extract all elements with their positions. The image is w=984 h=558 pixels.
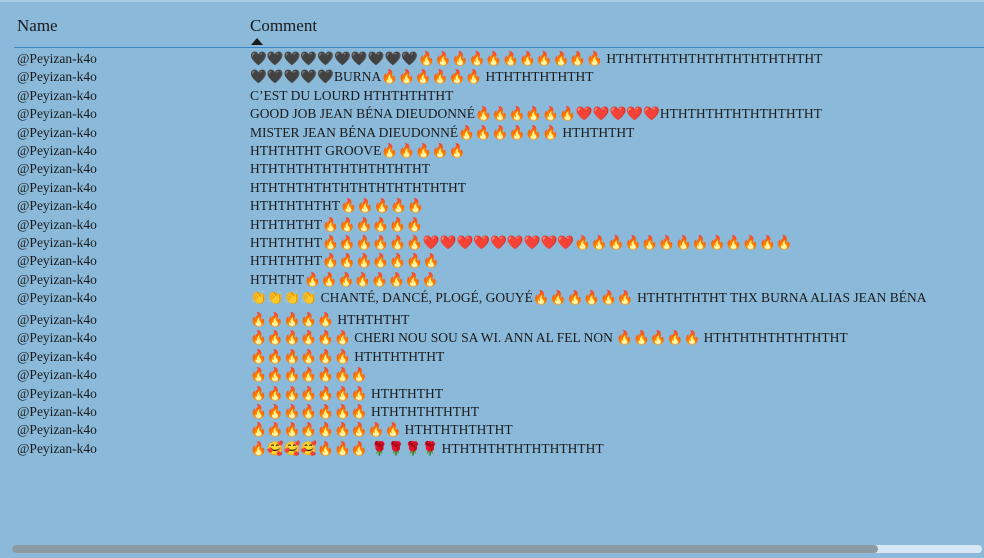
table-row[interactable]: @Peyizan-k4o MISTER JEAN BÉNA DIEUDONNÉ🔥🔥… <box>0 124 984 142</box>
column-header-name[interactable]: Name <box>17 16 58 36</box>
row-name-cell: @Peyizan-k4o <box>17 312 97 328</box>
row-name-cell: @Peyizan-k4o <box>17 87 97 103</box>
row-name-cell: @Peyizan-k4o <box>17 51 97 66</box>
row-comment-cell: 🔥🔥🔥🔥🔥🔥 CHERI NOU SOU SA WI. ANN AL FEL N… <box>250 330 848 346</box>
row-comment-cell: HTHTHTHT GROOVE🔥🔥🔥🔥🔥 <box>250 142 466 158</box>
table-row[interactable]: @Peyizan-k4o 🔥🔥🔥🔥🔥🔥 CHERI NOU SOU SA WI. … <box>0 329 984 347</box>
table-row[interactable]: @Peyizan-k4o HTHTHTHT GROOVE🔥🔥🔥🔥🔥 <box>0 142 984 160</box>
table-row[interactable]: @Peyizan-k4o HTHTHT🔥🔥🔥🔥🔥🔥🔥🔥 <box>0 271 984 289</box>
table-row[interactable]: @Peyizan-k4o 🔥🔥🔥🔥🔥🔥🔥 <box>0 366 984 384</box>
table-row[interactable]: @Peyizan-k4o 🔥🔥🔥🔥🔥 HTHTHTHT <box>0 311 984 329</box>
table-row[interactable]: @Peyizan-k4o 🔥🔥🔥🔥🔥🔥 HTHTHTHTHT <box>0 348 984 366</box>
row-comment-cell: 🖤🖤🖤🖤🖤BURNA🔥🔥🔥🔥🔥🔥 HTHTHTHTHTHT <box>250 69 594 85</box>
table-row[interactable]: @Peyizan-k4o GOOD JOB JEAN BÉNA DIEUDONNÉ… <box>0 105 984 123</box>
row-comment-cell: HTHTHTHTHTHTHTHTHTHT <box>250 161 430 177</box>
table-row[interactable]: @Peyizan-k4o HTHTHTHTHT🔥🔥🔥🔥🔥 <box>0 197 984 215</box>
sort-ascending-icon[interactable] <box>251 38 263 45</box>
row-name-cell: @Peyizan-k4o <box>17 367 97 383</box>
table-row[interactable]: @Peyizan-k4o HTHTHTHT🔥🔥🔥🔥🔥🔥 <box>0 216 984 234</box>
header-divider <box>14 47 984 48</box>
row-comment-cell: HTHTHTHTHTHTHTHTHTHTHTHT <box>250 179 466 195</box>
row-comment-cell: HTHTHTHT🔥🔥🔥🔥🔥🔥 <box>250 216 423 232</box>
table-row[interactable]: @Peyizan-k4o 🔥🥰🥰🥰🔥🔥🔥 🌹🌹🌹🌹 HTHTHTHTHTHTHTH… <box>0 440 984 458</box>
row-name-cell: @Peyizan-k4o <box>17 330 97 346</box>
row-name-cell: @Peyizan-k4o <box>17 69 97 85</box>
row-name-cell: @Peyizan-k4o <box>17 179 97 195</box>
row-name-cell: @Peyizan-k4o <box>17 234 97 250</box>
row-comment-cell: C’EST DU LOURD HTHTHTHTHT <box>250 87 454 103</box>
table-row[interactable]: @Peyizan-k4o 🔥🔥🔥🔥🔥🔥🔥🔥🔥 HTHTHTHTHTHT <box>0 421 984 439</box>
row-name-cell: @Peyizan-k4o <box>17 422 97 438</box>
row-name-cell: @Peyizan-k4o <box>17 253 97 269</box>
row-comment-cell: 🔥🔥🔥🔥🔥 HTHTHTHT <box>250 312 410 328</box>
row-comment-cell: 🔥🔥🔥🔥🔥🔥 HTHTHTHTHT <box>250 348 445 364</box>
row-comment-cell: HTHTHTHTHT🔥🔥🔥🔥🔥 <box>250 198 425 214</box>
row-name-cell: @Peyizan-k4o <box>17 142 97 158</box>
row-name-cell: @Peyizan-k4o <box>17 404 97 420</box>
row-comment-cell: 👏👏👏👏 CHANTÉ, DANCÉ, PLOGÉ, GOUYÉ🔥🔥🔥🔥🔥🔥 H… <box>250 290 927 306</box>
row-name-cell: @Peyizan-k4o <box>17 161 97 177</box>
row-comment-cell: HTHTHTHT🔥🔥🔥🔥🔥🔥🔥 <box>250 253 440 269</box>
row-comment-cell: 🔥🔥🔥🔥🔥🔥🔥🔥🔥 HTHTHTHTHTHT <box>250 422 513 438</box>
table-row[interactable]: @Peyizan-k4o 🔥🔥🔥🔥🔥🔥🔥 HTHTHTHT <box>0 385 984 403</box>
row-comment-cell: 🖤🖤🖤🖤🖤🖤🖤🖤🖤🖤🔥🔥🔥🔥🔥🔥🔥🔥🔥🔥🔥 HTHTHTHTHTHTHTHTHT… <box>250 51 823 66</box>
row-name-cell: @Peyizan-k4o <box>17 124 97 140</box>
comments-table-view: Name Comment @Peyizan-k4o 🖤🖤🖤🖤🖤🖤🖤🖤🖤🖤🔥🔥🔥🔥🔥… <box>0 0 984 558</box>
table-row[interactable]: @Peyizan-k4o HTHTHTHTHTHTHTHTHTHT <box>0 160 984 178</box>
table-row[interactable]: @Peyizan-k4o HTHTHTHT🔥🔥🔥🔥🔥🔥🔥 <box>0 252 984 270</box>
table-row[interactable]: @Peyizan-k4o HTHTHTHT🔥🔥🔥🔥🔥🔥❤️❤️❤️❤️❤️❤️❤️… <box>0 234 984 252</box>
table-row[interactable]: @Peyizan-k4o 🖤🖤🖤🖤🖤🖤🖤🖤🖤🖤🔥🔥🔥🔥🔥🔥🔥🔥🔥🔥🔥 HTHTHT… <box>0 50 984 68</box>
row-comment-cell: 🔥🔥🔥🔥🔥🔥🔥 HTHTHTHTHTHT <box>250 404 480 420</box>
row-comment-cell: HTHTHT🔥🔥🔥🔥🔥🔥🔥🔥 <box>250 271 439 287</box>
row-name-cell: @Peyizan-k4o <box>17 271 97 287</box>
row-comment-cell: GOOD JOB JEAN BÉNA DIEUDONNÉ🔥🔥🔥🔥🔥🔥❤️❤️❤️… <box>250 106 822 122</box>
row-comment-cell: 🔥🔥🔥🔥🔥🔥🔥 <box>250 367 368 383</box>
row-comment-cell: MISTER JEAN BÉNA DIEUDONNÉ🔥🔥🔥🔥🔥🔥 HTHTHTH… <box>250 124 635 140</box>
row-name-cell: @Peyizan-k4o <box>17 198 97 214</box>
row-comment-cell: HTHTHTHT🔥🔥🔥🔥🔥🔥❤️❤️❤️❤️❤️❤️❤️❤️❤️🔥🔥🔥🔥🔥🔥🔥🔥… <box>250 234 793 250</box>
table-row[interactable]: @Peyizan-k4o 🔥🔥🔥🔥🔥🔥🔥 HTHTHTHTHTHT <box>0 403 984 421</box>
table-row[interactable]: @Peyizan-k4o 👏👏👏👏 CHANTÉ, DANCÉ, PLOGÉ, G… <box>0 289 984 311</box>
row-comment-cell: 🔥🔥🔥🔥🔥🔥🔥 HTHTHTHT <box>250 385 444 401</box>
horizontal-scrollbar-thumb[interactable] <box>12 545 878 553</box>
row-name-cell: @Peyizan-k4o <box>17 385 97 401</box>
row-name-cell: @Peyizan-k4o <box>17 348 97 364</box>
row-name-cell: @Peyizan-k4o <box>17 216 97 232</box>
table-header: Name Comment <box>0 0 984 48</box>
table-row[interactable]: @Peyizan-k4o HTHTHTHTHTHTHTHTHTHTHTHT <box>0 179 984 197</box>
table-row[interactable]: @Peyizan-k4o 🖤🖤🖤🖤🖤BURNA🔥🔥🔥🔥🔥🔥 HTHTHTHTHTH… <box>0 68 984 86</box>
table-body: @Peyizan-k4o 🖤🖤🖤🖤🖤🖤🖤🖤🖤🖤🔥🔥🔥🔥🔥🔥🔥🔥🔥🔥🔥 HTHTHT… <box>0 50 984 458</box>
row-comment-cell: 🔥🥰🥰🥰🔥🔥🔥 🌹🌹🌹🌹 HTHTHTHTHTHTHTHTHT <box>250 440 604 456</box>
table-row[interactable]: @Peyizan-k4o C’EST DU LOURD HTHTHTHTHT <box>0 87 984 105</box>
row-name-cell: @Peyizan-k4o <box>17 290 97 306</box>
row-name-cell: @Peyizan-k4o <box>17 106 97 122</box>
column-header-comment[interactable]: Comment <box>250 16 317 36</box>
row-name-cell: @Peyizan-k4o <box>17 440 97 456</box>
